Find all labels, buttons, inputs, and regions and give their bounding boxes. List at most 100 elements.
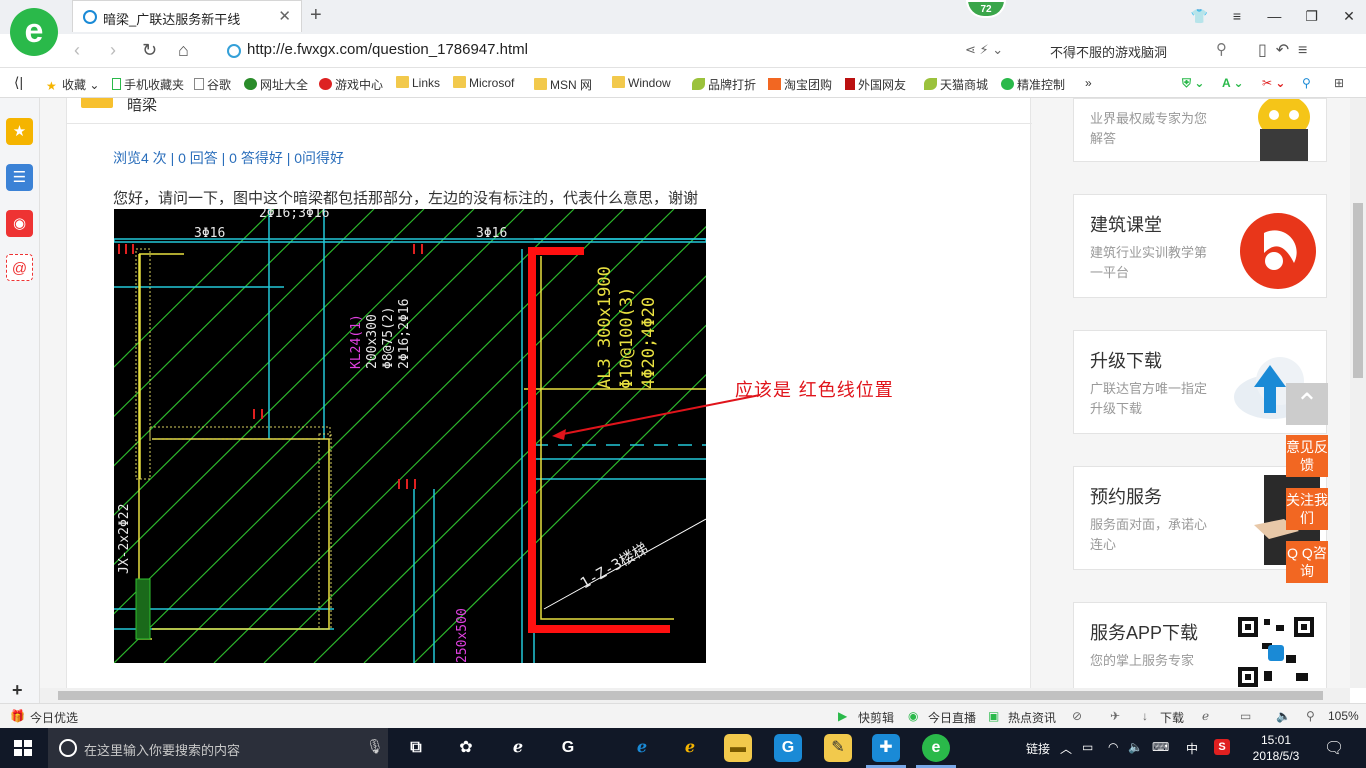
vertical-scrollbar[interactable] bbox=[1350, 98, 1366, 688]
windows-start-icon[interactable] bbox=[14, 740, 32, 756]
bookmark-item[interactable]: 品牌打折 bbox=[692, 76, 756, 93]
notifications-icon[interactable]: 🗨 bbox=[1324, 738, 1344, 758]
gift-icon[interactable]: 🎁 bbox=[10, 709, 25, 723]
site-info-icon[interactable] bbox=[227, 44, 241, 58]
bookmark-item[interactable]: 淘宝团购 bbox=[768, 76, 832, 93]
taskbar-search-box[interactable]: 在这里输入你要搜索的内容 🎙 bbox=[48, 728, 388, 768]
sogou-ime-icon[interactable]: S bbox=[1214, 739, 1230, 755]
qq-consult-button[interactable]: Q Q咨询 bbox=[1286, 541, 1328, 583]
shield-icon[interactable]: ⛨ ⌄ bbox=[1182, 76, 1204, 91]
bookmark-item[interactable]: 网址大全 bbox=[244, 76, 308, 93]
app-download-card[interactable]: 服务APP下载 您的掌上服务专家 bbox=[1073, 602, 1327, 688]
360-browser-icon[interactable]: e bbox=[922, 734, 950, 762]
accelerate-icon[interactable]: ⊘ bbox=[1072, 709, 1082, 723]
toolbar-right-icons[interactable]: ▯ ↶ ≡ bbox=[1258, 40, 1307, 60]
course-card[interactable]: 建筑课堂 建筑行业实训教学第一平台 bbox=[1073, 194, 1327, 298]
news-link[interactable]: 热点资讯 bbox=[1008, 709, 1056, 726]
file-explorer-icon[interactable]: ▬ bbox=[724, 734, 752, 762]
address-bar[interactable]: http://e.fwxgx.com/question_1786947.html bbox=[225, 39, 955, 63]
download-link[interactable]: 下载 bbox=[1160, 709, 1184, 726]
back-button[interactable]: ‹ bbox=[74, 40, 80, 61]
shirt-icon[interactable]: 👕 bbox=[1183, 0, 1217, 32]
share-icon[interactable]: ⋖ ⚡ ⌄ bbox=[965, 42, 1003, 58]
quick-edit-link[interactable]: 快剪辑 bbox=[858, 709, 894, 726]
grid-icon[interactable]: ⊞ bbox=[1334, 76, 1344, 90]
translate-icon[interactable]: A ⌄ bbox=[1222, 76, 1244, 90]
live-icon[interactable]: ◉ bbox=[908, 709, 918, 723]
live-link[interactable]: 今日直播 bbox=[928, 709, 976, 726]
volume-icon[interactable]: 🔈 bbox=[1128, 740, 1143, 754]
ime-mode[interactable]: 中 bbox=[1186, 740, 1198, 757]
ie-browser-icon[interactable]: ℯ bbox=[504, 734, 532, 762]
browser-logo-icon[interactable]: e bbox=[10, 8, 58, 56]
bookmark-item[interactable]: 外国网友 bbox=[845, 76, 906, 93]
keyboard-icon[interactable]: ⌨ bbox=[1152, 740, 1169, 754]
add-sidebar-button[interactable]: + bbox=[12, 680, 23, 701]
battery-icon[interactable]: ▭ bbox=[1082, 740, 1093, 754]
reader-icon[interactable]: ☰ bbox=[6, 164, 33, 191]
show-hidden-icon[interactable]: ︿ bbox=[1060, 740, 1072, 757]
bookmark-item[interactable]: 手机收藏夹 bbox=[112, 76, 184, 93]
wifi-icon[interactable]: ◠ bbox=[1108, 740, 1118, 754]
new-tab-button[interactable]: + bbox=[310, 4, 322, 27]
search-suggestion[interactable]: 不得不服的游戏脑洞 bbox=[1050, 42, 1167, 61]
scrollbar-thumb[interactable] bbox=[58, 691, 1323, 700]
tray-links-label[interactable]: 链接 bbox=[1026, 740, 1050, 757]
download-icon[interactable]: ↓ bbox=[1142, 709, 1148, 723]
microphone-icon[interactable]: 🎙 bbox=[366, 738, 384, 755]
reload-button[interactable]: ↻ bbox=[142, 40, 157, 61]
more-bookmarks-icon[interactable]: » bbox=[1085, 76, 1092, 90]
card-description: 建筑行业实训教学第一平台 bbox=[1090, 245, 1208, 280]
weibo-icon[interactable]: ◉ bbox=[6, 210, 33, 237]
zoom-icon[interactable]: ⚲ bbox=[1306, 709, 1315, 723]
bookmark-item[interactable]: 天猫商城 bbox=[924, 76, 988, 93]
news-icon[interactable]: ▣ bbox=[988, 709, 999, 723]
edge-icon[interactable]: ℯ bbox=[628, 734, 656, 762]
bookmark-item[interactable]: ★ 收藏 ⌄ bbox=[46, 76, 99, 93]
app-g-icon[interactable]: G bbox=[554, 734, 582, 762]
zoom-icon[interactable]: ⚲ bbox=[1302, 76, 1311, 90]
forward-button[interactable]: › bbox=[110, 40, 116, 61]
back-to-top-button[interactable]: ⌃ bbox=[1286, 383, 1328, 425]
bookmark-item[interactable]: Window bbox=[612, 76, 671, 90]
task-view-icon[interactable]: ⧉ bbox=[402, 734, 430, 762]
notes-app-icon[interactable]: ✎ bbox=[824, 734, 852, 762]
system-clock[interactable]: 15:01 2018/5/3 bbox=[1246, 732, 1306, 764]
maximize-button[interactable]: ❐ bbox=[1295, 0, 1329, 32]
search-icon[interactable]: ⚲ bbox=[1216, 40, 1227, 58]
menu-icon[interactable]: ≡ bbox=[1220, 0, 1254, 32]
scrollbar-thumb[interactable] bbox=[1353, 203, 1363, 378]
fan-app-icon[interactable]: ✿ bbox=[452, 734, 480, 762]
glodon-app-icon[interactable]: G bbox=[774, 734, 802, 762]
tools-icon[interactable]: ✈ bbox=[1110, 709, 1120, 723]
bookmark-item[interactable]: 精准控制 bbox=[1001, 76, 1065, 93]
scissors-icon[interactable]: ✂ ⌄ bbox=[1262, 76, 1285, 90]
window-icon[interactable]: ▭ bbox=[1240, 709, 1251, 723]
zoom-level[interactable]: 105% bbox=[1328, 709, 1359, 723]
follow-us-button[interactable]: 关注我们 bbox=[1286, 488, 1328, 530]
horizontal-scrollbar[interactable] bbox=[40, 688, 1350, 703]
notification-badge[interactable]: 72 bbox=[966, 0, 1006, 18]
close-button[interactable]: ✕ bbox=[1332, 0, 1366, 32]
tab-close-icon[interactable]: ✕ bbox=[278, 7, 291, 25]
email-icon[interactable]: @ bbox=[6, 254, 33, 281]
favorites-icon[interactable]: ★ bbox=[6, 118, 33, 145]
bookmark-item[interactable]: Links bbox=[396, 76, 440, 90]
bookmark-item[interactable]: 谷歌 bbox=[194, 76, 231, 93]
home-button[interactable]: ⌂ bbox=[178, 40, 189, 61]
speaker-icon[interactable]: 🔈 bbox=[1276, 709, 1291, 723]
video-edit-icon[interactable]: ▶ bbox=[838, 709, 847, 723]
today-picks-link[interactable]: 今日优选 bbox=[30, 709, 78, 726]
bookmark-item[interactable]: 游戏中心 bbox=[319, 76, 383, 93]
ie-icon[interactable]: ℯ bbox=[676, 734, 704, 762]
url-text[interactable]: http://e.fwxgx.com/question_1786947.html bbox=[247, 41, 528, 58]
minimize-button[interactable]: — bbox=[1257, 0, 1291, 32]
feedback-button[interactable]: 意见反馈 bbox=[1286, 435, 1328, 477]
bookmark-item[interactable]: Microsof bbox=[453, 76, 514, 90]
ie-icon[interactable]: ℯ bbox=[1202, 709, 1209, 723]
bookmarks-toggle-icon[interactable]: ⟨| bbox=[14, 74, 23, 91]
plus-app-icon[interactable]: ✚ bbox=[872, 734, 900, 762]
bookmark-item[interactable]: MSN 网 bbox=[534, 76, 592, 93]
expert-card[interactable]: 业界最权威专家为您解答 bbox=[1073, 98, 1327, 162]
browser-tab[interactable]: 暗梁_广联达服务新干线 ✕ bbox=[72, 0, 302, 32]
